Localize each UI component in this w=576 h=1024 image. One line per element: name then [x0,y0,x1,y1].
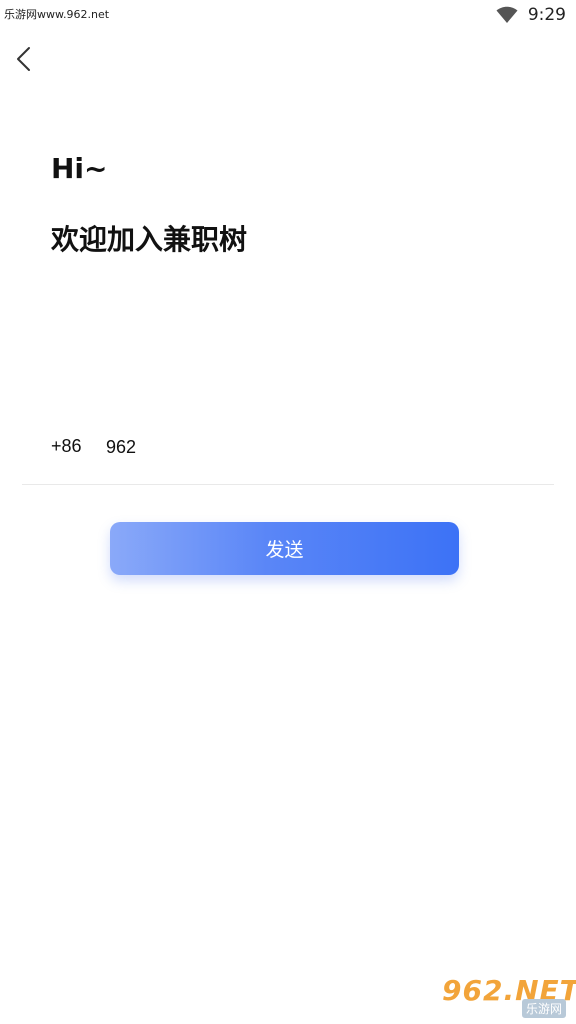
phone-input[interactable] [106,432,506,462]
status-time: 9:29 [527,5,566,25]
greeting-title: Hi~ [51,152,108,185]
status-right: 9:29 [496,4,566,26]
brand-watermark: 962.NET 乐游网 [436,974,576,1018]
chevron-left-icon [17,47,30,71]
country-code[interactable]: +86 [51,436,82,457]
welcome-title: 欢迎加入兼职树 [51,223,248,256]
status-watermark: 乐游网www.962.net [4,8,110,21]
brand-logo-sub: 乐游网 [521,999,566,1018]
phone-row: +86 [22,428,554,485]
wifi-icon [496,6,518,23]
send-button[interactable]: 发送 [110,522,459,575]
status-bar: 乐游网www.962.net 9:29 [0,0,576,30]
back-button[interactable] [10,42,40,76]
